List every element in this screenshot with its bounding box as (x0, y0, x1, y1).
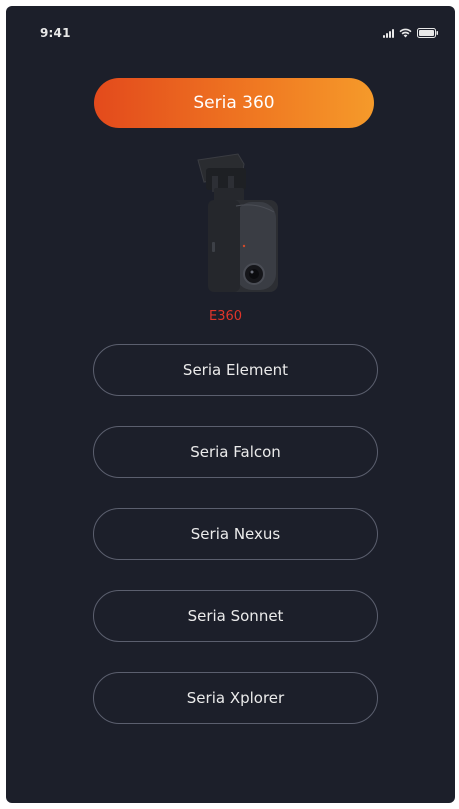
wifi-icon (399, 28, 412, 38)
series-option-label: Seria Falcon (190, 443, 281, 461)
dashcam-product-image (184, 146, 284, 306)
series-option-xplorer[interactable]: Seria Xplorer (93, 672, 378, 724)
cellular-signal-icon (383, 28, 394, 38)
product-model-label: E360 (208, 309, 243, 324)
status-icons (383, 28, 439, 38)
series-option-label: Seria Xplorer (186, 689, 285, 707)
series-option-sonnet[interactable]: Seria Sonnet (93, 590, 378, 642)
status-bar: 9:41 (6, 6, 455, 46)
series-list: Seria Element Seria Falcon Seria Nexus S… (93, 344, 378, 754)
series-option-label: Seria Nexus (190, 525, 281, 543)
series-option-label: Seria Element (182, 361, 289, 379)
featured-series-label: Seria 360 (193, 93, 275, 113)
app-screen: 9:41 Seria 360 E360 Seria Element Seria … (6, 6, 455, 803)
featured-series-button[interactable]: Seria 360 (94, 78, 374, 128)
status-time: 9:41 (40, 26, 71, 40)
series-option-label: Seria Sonnet (187, 607, 284, 625)
series-option-nexus[interactable]: Seria Nexus (93, 508, 378, 560)
battery-icon (417, 28, 439, 38)
series-option-falcon[interactable]: Seria Falcon (93, 426, 378, 478)
series-option-element[interactable]: Seria Element (93, 344, 378, 396)
